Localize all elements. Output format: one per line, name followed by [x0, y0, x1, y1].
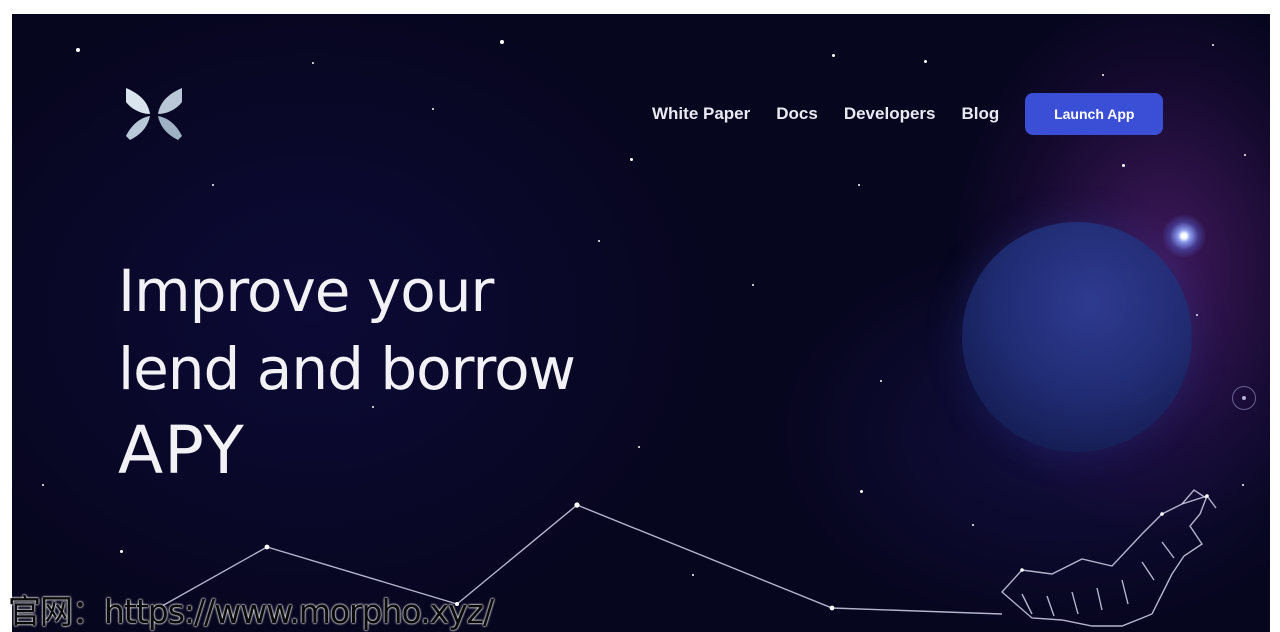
main-nav: White Paper Docs Developers Blog Launch … — [652, 92, 1164, 136]
nav-blog[interactable]: Blog — [962, 104, 1000, 124]
hero-line-apy: APY — [118, 412, 245, 489]
hero-line-2: lend and borrow — [118, 335, 576, 403]
website-caption: 官网：https://www.morpho.xyz/ — [8, 592, 494, 631]
hero-heading: Improve your lend and borrow APY — [118, 252, 576, 494]
hero-banner: White Paper Docs Developers Blog Launch … — [12, 14, 1270, 632]
nav-white-paper[interactable]: White Paper — [652, 104, 750, 124]
launch-app-button[interactable]: Launch App — [1025, 93, 1164, 135]
nav-docs[interactable]: Docs — [776, 104, 818, 124]
nav-developers[interactable]: Developers — [844, 104, 936, 124]
butterfly-logo-icon[interactable] — [122, 84, 186, 144]
hero-line-1: Improve your — [118, 257, 494, 325]
